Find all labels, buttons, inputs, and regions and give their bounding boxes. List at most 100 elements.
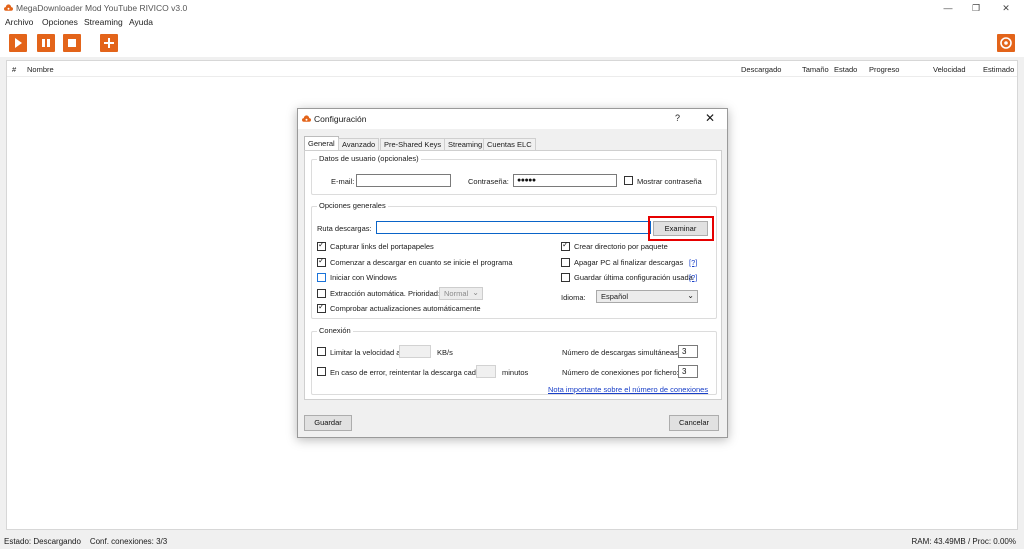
limit-speed-field [399,345,431,358]
pause-button[interactable] [37,34,55,52]
download-path-field[interactable] [376,221,651,234]
email-label: E-mail: [331,177,355,186]
menu-archivo[interactable]: Archivo [5,17,33,27]
close-button[interactable]: ✕ [996,1,1016,15]
check-icon: ✓ [318,256,325,265]
retry-checkbox[interactable] [317,367,326,376]
connection-group-label: Conexión [317,326,353,335]
col-estimated[interactable]: Estimado [983,65,1014,74]
password-field[interactable]: ●●●●● [513,174,617,187]
check-icon: ✓ [562,240,569,249]
language-label: Idioma: [561,293,586,302]
window-title: MegaDownloader Mod YouTube RIVICO v3.0 [16,3,188,13]
col-index[interactable]: # [12,65,16,74]
limit-speed-checkbox[interactable] [317,347,326,356]
connections-per-file-label: Número de conexiones por fichero: [562,368,679,377]
connections-per-file-field[interactable] [678,365,698,378]
shutdown-pc-checkbox[interactable] [561,258,570,267]
create-folder-label: Crear directorio por paquete [574,242,668,251]
general-options-group: Opciones generales Ruta descargas: Exami… [311,201,717,319]
shutdown-pc-label: Apagar PC al finalizar descargas [574,258,684,267]
chevron-down-icon: ⌄ [687,291,694,300]
password-label: Contraseña: [468,177,509,186]
app-cloud-icon [4,4,13,11]
tab-pre-shared-keys[interactable]: Pre-Shared Keys [380,138,446,150]
start-with-windows-checkbox[interactable] [317,273,326,282]
list-header: # Nombre Descargado Tamaño Estado Progre… [7,61,1017,77]
retry-label: En caso de error, reintentar la descarga… [330,368,481,377]
stop-button[interactable] [63,34,81,52]
autostart-download-label: Comenzar a descargar en cuanto se inicie… [330,258,513,267]
toolbar [0,28,1024,57]
tab-cuentas-elc[interactable]: Cuentas ELC [483,138,536,150]
download-path-label: Ruta descargas: [317,224,372,233]
user-data-group: Datos de usuario (opcionales) E-mail: Co… [311,154,717,195]
help-button[interactable]: ? [675,113,680,123]
play-button[interactable] [9,34,27,52]
language-value: Español [601,292,629,301]
check-icon: ✓ [318,240,325,249]
save-config-label: Guardar última configuración usada [574,273,693,282]
save-button[interactable]: Guardar [304,415,352,431]
check-icon: ✓ [318,302,325,311]
user-data-group-label: Datos de usuario (opcionales) [317,154,421,163]
simultaneous-downloads-field[interactable] [678,345,698,358]
settings-target-icon [1000,37,1012,49]
status-text: Estado: Descargando Conf. conexiones: 3/… [4,537,168,546]
app-cloud-icon [302,115,311,122]
capture-clipboard-checkbox[interactable]: ✓ [317,240,326,251]
col-name[interactable]: Nombre [27,65,54,74]
play-icon [15,38,22,48]
retry-unit: minutos [502,368,529,377]
limit-speed-unit: KB/s [437,348,453,357]
tab-general[interactable]: General [304,136,339,150]
connections-note-link[interactable]: Nota importante sobre el número de conex… [548,385,708,394]
save-config-help-link[interactable]: [?] [689,273,697,282]
create-folder-checkbox[interactable]: ✓ [561,240,570,251]
language-select[interactable]: Español ⌄ [596,290,698,303]
dialog-title-bar: Configuración ? ✕ [298,109,727,129]
limit-speed-label: Limitar la velocidad a [330,348,401,357]
auto-extract-checkbox[interactable] [317,289,326,298]
col-speed[interactable]: Velocidad [933,65,966,74]
memory-cpu-readout: RAM: 43.49MB / Proc: 0.00% [911,537,1017,546]
add-link-button[interactable] [100,34,118,52]
dialog-title: Configuración [314,114,367,124]
settings-target-button[interactable] [997,34,1015,52]
check-updates-label: Comprobar actualizaciones automáticament… [330,304,481,313]
auto-extract-label: Extracción automática. Prioridad: [330,289,441,298]
show-password-checkbox[interactable] [624,176,633,185]
general-tab-panel: Datos de usuario (opcionales) E-mail: Co… [304,150,722,400]
connection-group: Conexión Limitar la velocidad a KB/s En … [311,326,717,395]
col-progress[interactable]: Progreso [869,65,899,74]
tab-streaming[interactable]: Streaming [444,138,487,150]
config-dialog: Configuración ? ✕ General Avanzado Pre-S… [297,108,728,438]
email-field[interactable] [356,174,451,187]
check-updates-checkbox[interactable]: ✓ [317,302,326,313]
priority-select: Normal ⌄ [439,287,483,300]
col-downloaded[interactable]: Descargado [741,65,781,74]
dialog-close-button[interactable]: ✕ [705,111,715,125]
general-options-group-label: Opciones generales [317,201,388,210]
browse-button-highlight [648,216,714,241]
show-password-label: Mostrar contraseña [637,177,702,186]
minimize-button[interactable]: — [938,1,958,15]
autostart-download-checkbox[interactable]: ✓ [317,256,326,267]
simultaneous-downloads-label: Número de descargas simultáneas: [562,348,680,357]
pause-icon [42,39,50,47]
tab-avanzado[interactable]: Avanzado [338,138,380,150]
col-status[interactable]: Estado [834,65,857,74]
shutdown-help-link[interactable]: [?] [689,258,697,267]
restore-button[interactable]: ❐ [966,1,986,15]
chevron-down-icon: ⌄ [472,288,479,297]
capture-clipboard-label: Capturar links del portapapeles [330,242,434,251]
col-size[interactable]: Tamaño [802,65,829,74]
menu-ayuda[interactable]: Ayuda [129,17,153,27]
start-with-windows-label: Iniciar con Windows [330,273,397,282]
menu-streaming[interactable]: Streaming [84,17,123,27]
stop-icon [68,39,76,47]
retry-minutes-field [476,365,496,378]
menu-opciones[interactable]: Opciones [42,17,78,27]
save-config-checkbox[interactable] [561,273,570,282]
cancel-button[interactable]: Cancelar [669,415,719,431]
